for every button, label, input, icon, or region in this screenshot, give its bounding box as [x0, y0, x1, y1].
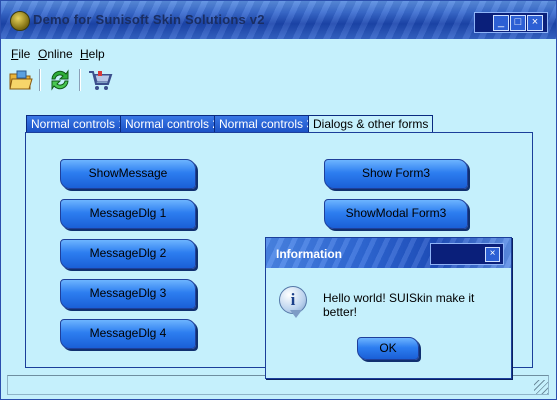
tab-normal-controls-2[interactable]: Normal controls 2 — [120, 115, 225, 132]
dialog-title-buttons: × — [430, 243, 504, 265]
ok-button[interactable]: OK — [357, 337, 419, 360]
info-icon-tail — [290, 310, 302, 318]
menu-online[interactable]: Online — [38, 47, 73, 61]
dialog-close-button[interactable]: × — [485, 247, 500, 262]
message-dlg-3-button[interactable]: MessageDlg 3 — [60, 279, 196, 309]
shopping-cart-icon[interactable] — [87, 67, 113, 93]
menu-help-label: elp — [88, 47, 105, 61]
dialog-title: Information — [276, 247, 342, 261]
toolbar-separator — [39, 69, 41, 91]
message-dlg-1-button[interactable]: MessageDlg 1 — [60, 199, 196, 229]
information-dialog: Information × i Hello world! SUISkin mak… — [265, 237, 512, 379]
window-title: Demo for Sunisoft Skin Solutions v2 — [33, 12, 265, 27]
tab-dialogs-other-forms[interactable]: Dialogs & other forms — [308, 115, 434, 133]
minimize-button[interactable]: _ — [493, 15, 509, 31]
message-dlg-2-button[interactable]: MessageDlg 2 — [60, 239, 196, 269]
menu-bar: File Online Help — [1, 43, 556, 63]
app-icon[interactable] — [10, 11, 30, 31]
show-form3-button[interactable]: Show Form3 — [324, 159, 468, 189]
message-dlg-4-button[interactable]: MessageDlg 4 — [60, 319, 196, 349]
refresh-icon[interactable] — [47, 67, 73, 93]
menu-help[interactable]: Help — [80, 47, 105, 61]
maximize-button[interactable]: □ — [510, 15, 526, 31]
tab-normal-controls-3[interactable]: Normal controls 3 — [214, 115, 319, 132]
folder-open-icon[interactable] — [8, 67, 34, 93]
resize-grip[interactable] — [534, 380, 548, 394]
toolbar-separator — [79, 69, 81, 91]
menu-help-accel: H — [80, 47, 89, 61]
toolbar — [1, 63, 556, 97]
tab-normal-controls-1[interactable]: Normal controls 1 — [26, 115, 131, 132]
title-bar-buttons: _ □ × — [474, 12, 548, 33]
show-message-button[interactable]: ShowMessage — [60, 159, 196, 189]
menu-online-accel: O — [38, 47, 48, 61]
dialog-title-bar[interactable]: Information × — [266, 238, 511, 268]
title-bar[interactable]: Demo for Sunisoft Skin Solutions v2 _ □ … — [1, 1, 556, 39]
menu-file-label: ile — [18, 47, 31, 61]
close-button[interactable]: × — [527, 15, 543, 31]
menu-online-label: nline — [47, 47, 73, 61]
show-modal-form3-button[interactable]: ShowModal Form3 — [324, 199, 468, 229]
menu-file[interactable]: File — [11, 47, 30, 61]
dialog-message: Hello world! SUISkin make it better! — [323, 291, 475, 319]
